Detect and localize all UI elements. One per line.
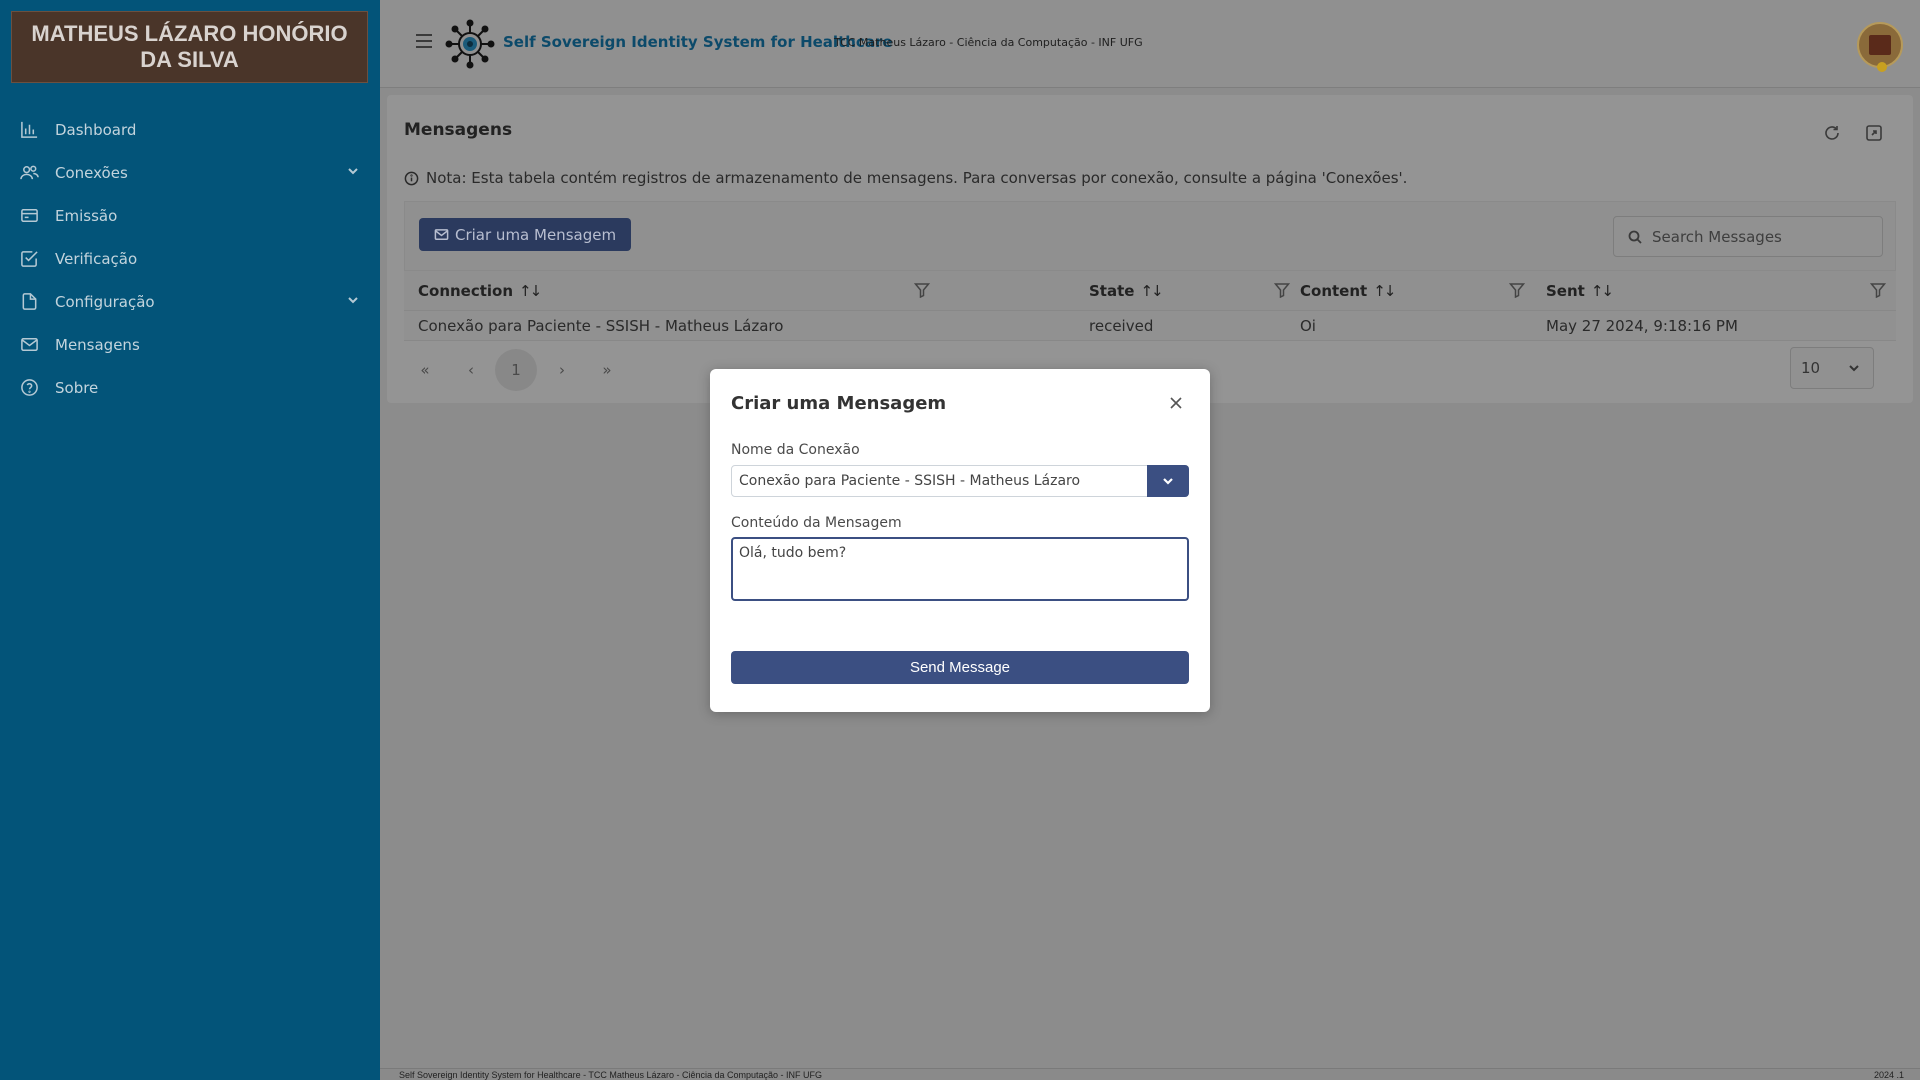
send-message-button[interactable]: Send Message xyxy=(731,651,1189,684)
last-page-icon[interactable]: » xyxy=(586,349,628,391)
sort-icon: ↑↓ xyxy=(1140,282,1163,300)
search-icon xyxy=(1628,230,1642,244)
messages-card: Mensagens Nota: Esta tabela contém regis… xyxy=(387,95,1913,403)
avatar[interactable] xyxy=(1857,22,1903,72)
cell-state: received xyxy=(1089,317,1154,335)
table-row[interactable]: Conexão para Paciente - SSISH - Matheus … xyxy=(404,311,1896,341)
search-box xyxy=(1613,216,1883,257)
table-header: Connection ↑↓ State ↑↓ Content ↑↓ Sent ↑↓ xyxy=(404,271,1896,311)
menu-icon[interactable] xyxy=(416,34,432,48)
sort-icon: ↑↓ xyxy=(519,282,542,300)
table-toolbar: Criar uma Mensagem xyxy=(404,201,1896,271)
dialog-title: Criar uma Mensagem xyxy=(731,393,947,414)
page-button[interactable]: 1 xyxy=(495,349,537,391)
chevron-down-icon xyxy=(346,164,360,182)
info-note: Nota: Esta tabela contém registros de ar… xyxy=(404,169,1407,187)
column-header-sent[interactable]: Sent ↑↓ xyxy=(1546,271,1614,311)
brand-name: MATHEUS LÁZARO HONÓRIO DA SILVA xyxy=(11,11,368,83)
check-square-icon xyxy=(19,249,39,269)
sidebar-item-sobre[interactable]: Sobre xyxy=(0,366,380,409)
next-page-icon[interactable]: › xyxy=(541,349,583,391)
sort-icon: ↑↓ xyxy=(1590,282,1614,300)
sidebar-item-verificacao[interactable]: Verificação xyxy=(0,237,380,280)
chevron-down-icon[interactable] xyxy=(1147,465,1189,497)
sidebar-item-conexoes[interactable]: Conexões xyxy=(0,151,380,194)
sidebar-item-label: Sobre xyxy=(55,378,99,397)
rows-per-page-value: 10 xyxy=(1801,359,1821,377)
sidebar-item-label: Mensagens xyxy=(55,335,140,354)
network-logo-icon xyxy=(445,19,495,69)
badge-icon xyxy=(1877,62,1887,72)
column-title: Content xyxy=(1300,282,1368,300)
column-header-connection[interactable]: Connection ↑↓ xyxy=(418,271,542,311)
users-icon xyxy=(19,163,39,183)
connection-label: Nome da Conexão xyxy=(731,442,860,458)
filter-icon[interactable] xyxy=(913,282,931,299)
filter-icon[interactable] xyxy=(1508,282,1526,299)
footer-version: 2024 .1 xyxy=(1873,1070,1904,1080)
sidebar-item-label: Conexões xyxy=(55,163,128,182)
sidebar-item-mensagens[interactable]: Mensagens xyxy=(0,323,380,366)
chevron-down-icon xyxy=(1849,365,1859,372)
file-icon xyxy=(19,292,39,312)
column-title: Connection xyxy=(418,282,514,300)
info-circle-icon xyxy=(404,171,419,185)
sidebar-item-emissao[interactable]: Emissão xyxy=(0,194,380,237)
expand-icon[interactable] xyxy=(1865,124,1885,144)
search-input[interactable] xyxy=(1652,227,1872,246)
create-message-label: Criar uma Mensagem xyxy=(455,225,617,244)
cell-sent: May 27 2024, 9:18:16 PM xyxy=(1546,317,1738,335)
content-label: Conteúdo da Mensagem xyxy=(731,515,902,531)
footer-text: Self Sovereign Identity System for Healt… xyxy=(399,1070,823,1080)
cell-content: Oi xyxy=(1300,317,1316,335)
sort-icon: ↑↓ xyxy=(1373,282,1396,300)
column-header-state[interactable]: State ↑↓ xyxy=(1089,271,1164,311)
chevron-down-icon xyxy=(346,293,360,311)
column-title: State xyxy=(1089,282,1135,300)
sidebar-item-dashboard[interactable]: Dashboard xyxy=(0,108,380,151)
footer: Self Sovereign Identity System for Healt… xyxy=(380,1068,1920,1080)
envelope-icon xyxy=(19,335,39,355)
page-title: Mensagens xyxy=(404,120,513,140)
topbar: Self Sovereign Identity System for Healt… xyxy=(380,0,1920,88)
column-header-content[interactable]: Content ↑↓ xyxy=(1300,271,1396,311)
create-message-dialog: Criar uma Mensagem Nome da Conexão Conex… xyxy=(710,369,1210,712)
sidebar-item-configuracao[interactable]: Configuração xyxy=(0,280,380,323)
cell-connection: Conexão para Paciente - SSISH - Matheus … xyxy=(418,317,784,335)
column-title: Sent xyxy=(1546,282,1585,300)
sidebar-item-label: Dashboard xyxy=(55,120,137,139)
connection-dropdown-value: Conexão para Paciente - SSISH - Matheus … xyxy=(739,473,1081,489)
refresh-icon[interactable] xyxy=(1823,124,1843,144)
credit-card-icon xyxy=(19,206,39,226)
prev-page-icon[interactable]: ‹ xyxy=(450,349,492,391)
sidebar-item-label: Verificação xyxy=(55,249,138,268)
sidebar: MATHEUS LÁZARO HONÓRIO DA SILVA Dashboar… xyxy=(0,0,380,1080)
envelope-icon xyxy=(434,229,449,240)
app-subtitle: TCC Matheus Lázaro - Ciência da Computaç… xyxy=(834,36,1143,49)
create-message-button[interactable]: Criar uma Mensagem xyxy=(419,218,632,251)
sidebar-nav: Dashboard Conexões Emissão Verificação C… xyxy=(0,108,380,409)
info-note-text: Nota: Esta tabela contém registros de ar… xyxy=(426,169,1408,187)
filter-icon[interactable] xyxy=(1273,282,1291,299)
rows-per-page-select[interactable]: 10 xyxy=(1790,347,1874,389)
sidebar-item-label: Configuração xyxy=(55,292,155,311)
connection-dropdown[interactable]: Conexão para Paciente - SSISH - Matheus … xyxy=(731,465,1189,497)
chart-bar-icon xyxy=(19,120,39,140)
first-page-icon[interactable]: « xyxy=(404,349,446,391)
sidebar-item-label: Emissão xyxy=(55,206,118,225)
question-circle-icon xyxy=(19,378,39,398)
filter-icon[interactable] xyxy=(1869,282,1887,299)
close-icon[interactable] xyxy=(1167,394,1187,414)
message-content-input[interactable]: Olá, tudo bem? xyxy=(731,537,1189,601)
